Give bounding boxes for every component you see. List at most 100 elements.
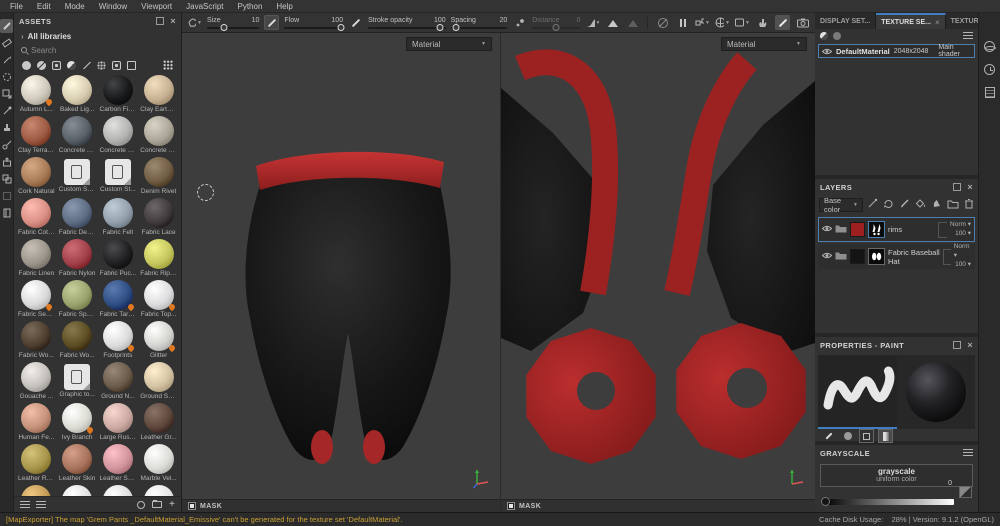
filter-particles-icon[interactable] [97,61,106,70]
shader-settings-icon[interactable] [984,41,995,52]
view-mode-dropdown-2d[interactable]: Material▼ [721,37,807,51]
add-asset-button[interactable]: + [169,500,175,510]
asset-fabric-tarp[interactable]: Fabric Tarp... [99,280,138,320]
asset-large-rust[interactable]: Large Rust... [99,403,138,443]
asset-graphic-to[interactable]: Graphic to... [58,362,97,402]
asset-carbon-fiber[interactable]: Carbon Fiber [99,75,138,115]
texset-visibility-icon[interactable] [833,32,841,40]
pause-engine-icon[interactable] [675,15,690,30]
undock-icon[interactable] [953,183,961,191]
view-mode-dropdown-3d[interactable]: Material▼ [406,37,492,51]
undock-icon[interactable] [156,17,164,25]
instantiate-icon[interactable] [883,196,894,214]
scatter-icon[interactable] [512,15,527,30]
tab-alpha-icon[interactable] [840,429,855,443]
brush-stencil-icon[interactable]: ▼ [187,15,202,30]
falloff-curve-icon[interactable]: ▼ [585,15,600,30]
asset-fabric-puc[interactable]: Fabric Puc... [99,239,138,279]
filter-filters-icon[interactable] [67,61,76,70]
channel-dropdown[interactable]: Base color▼ [819,198,863,212]
layer-row-rims[interactable]: rimsNorm ▾100 ▾ [818,217,975,242]
asset-partial-43[interactable] [139,485,178,496]
asset-gouache[interactable]: Gouache ... [17,362,56,402]
material-preview[interactable] [897,355,976,429]
asset-fabric-rips[interactable]: Fabric Rips... [139,239,178,279]
asset-glitter[interactable]: Glitter [139,321,178,361]
asset-fabric-linen[interactable]: Fabric Linen [17,239,56,279]
plugin-tool[interactable] [0,206,13,220]
asset-fabric-cott[interactable]: Fabric Cott... [17,198,56,238]
asset-leather-ra[interactable]: Leather Ra... [17,444,56,484]
grayscale-slider-handle[interactable] [821,497,830,506]
layer-blend-mode[interactable]: Norm ▾ [954,243,971,261]
asset-fabric-top[interactable]: Fabric Top... [139,280,178,320]
paint-mode-icon[interactable] [775,15,790,30]
asset-ground-n[interactable]: Ground N... [99,362,138,402]
inactive-tool[interactable] [0,189,13,203]
eye-icon[interactable] [822,252,832,261]
asset-fabric-den[interactable]: Fabric Den... [58,198,97,238]
asset-autumn-l[interactable]: Autumn L... [17,75,56,115]
close-icon[interactable]: × [170,17,176,26]
status-circle-icon[interactable] [137,501,145,509]
size-slider[interactable]: Size10 [207,17,259,29]
symmetry-off-icon[interactable] [655,15,670,30]
menu-item-window[interactable]: Window [92,2,134,11]
node-view-icon[interactable]: ▼ [695,15,710,30]
manipulate-icon[interactable] [755,15,770,30]
layer-opacity[interactable]: 100 ▾ [955,230,971,239]
eye-icon[interactable] [822,225,832,234]
polygon-fill-tool[interactable] [0,70,13,84]
menu-item-javascript[interactable]: JavaScript [179,2,230,11]
asset-human-fe[interactable]: Human Fe... [17,403,56,443]
filter-materials-icon[interactable] [22,61,31,70]
asset-partial-40[interactable] [17,485,56,496]
asset-clay-earthe[interactable]: Clay Earthe... [139,75,178,115]
viewport-3d-canvas[interactable]: Material▼ [182,33,500,499]
layer-mask-thumbnail[interactable] [868,248,885,265]
asset-clay-terrac[interactable]: Clay Terrac... [17,116,56,156]
layer-row-fabric-baseball-hat[interactable]: Fabric Baseball HatNorm ▾100 ▾ [818,244,975,269]
filter-textures-icon[interactable] [127,61,136,70]
menu-item-python[interactable]: Python [231,2,270,11]
alignment-alt-icon[interactable] [625,15,640,30]
alignment-icon[interactable] [605,15,620,30]
asset-ground-sa[interactable]: Ground Sa... [139,362,178,402]
tab-display-set[interactable]: DISPLAY SET... [815,13,876,29]
smudge-tool[interactable] [0,87,13,101]
asset-fabric-felt[interactable]: Fabric Felt [99,198,138,238]
menu-item-viewport[interactable]: Viewport [134,2,179,11]
grayscale-menu-icon[interactable] [963,449,973,457]
add-smart-material-icon[interactable] [931,196,942,214]
add-fill-icon[interactable] [915,196,926,214]
layer-thumbnail[interactable] [850,249,865,264]
grid-view-icon[interactable] [163,60,173,70]
layer-opacity[interactable]: 100 ▾ [955,261,971,270]
asset-concrete-c[interactable]: Concrete C... [99,116,138,156]
layer-thumbnail[interactable] [850,222,865,237]
tab-material-icon[interactable] [878,429,893,443]
list-view-icon[interactable] [20,501,30,509]
menu-item-edit[interactable]: Edit [30,2,58,11]
asset-baked-lig[interactable]: Baked Lig... [58,75,97,115]
close-tab-icon[interactable]: × [935,18,940,27]
asset-fabric-spa[interactable]: Fabric Spa... [58,280,97,320]
sort-icon[interactable] [963,32,973,40]
close-icon[interactable]: × [967,183,973,192]
texture-set-row[interactable]: DefaultMaterial 2048x2048 Main shader [818,44,975,58]
delete-layer-icon[interactable] [964,196,974,214]
mask-checkbox-icon[interactable] [507,502,515,510]
layer-mask-thumbnail[interactable] [868,221,885,238]
spacing-slider[interactable]: Spacing20 [451,17,508,29]
filter-smart-masks-icon[interactable] [52,61,61,70]
viewport-2d-canvas[interactable]: Material▼ [501,33,815,499]
menu-item-help[interactable]: Help [269,2,299,11]
eraser-tool[interactable] [0,36,13,50]
camera-view-icon[interactable]: ▼ [735,15,750,30]
flow-slider[interactable]: Flow100 [284,17,343,29]
viewport-3d[interactable]: Material▼ [182,33,501,512]
history-icon[interactable] [984,64,995,75]
quick-mask-tool[interactable] [0,172,13,186]
search-input[interactable] [31,46,151,55]
brush-preset-icon[interactable] [264,15,279,30]
